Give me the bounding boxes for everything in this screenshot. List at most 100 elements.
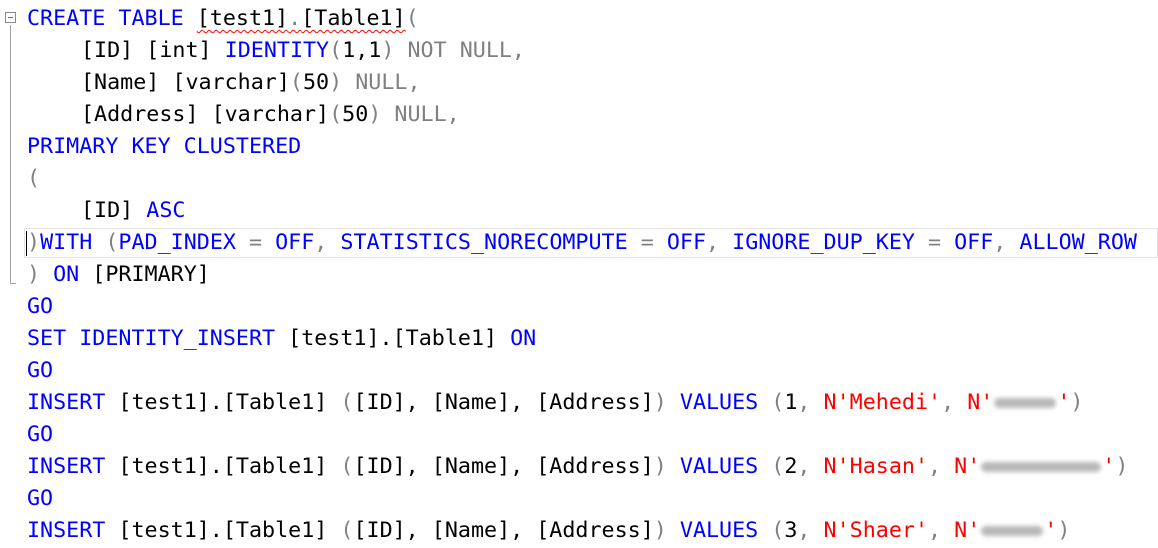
table-ref: [test1].[Table1] xyxy=(118,390,328,415)
id-value: 2 xyxy=(784,454,798,479)
code-line-11[interactable]: SET IDENTITY_INSERT [test1].[Table1] ON xyxy=(27,323,536,355)
close-paren: ) xyxy=(653,518,667,543)
close-paren: ) xyxy=(381,38,395,63)
redacted-address xyxy=(981,461,1102,473)
code-line-4[interactable]: [Address] [varchar](50) NULL, xyxy=(27,99,460,131)
comma: , xyxy=(314,230,341,255)
column-id: [ID] xyxy=(81,198,134,223)
code-line-12[interactable]: GO xyxy=(27,355,53,387)
code-line-13[interactable]: INSERT [test1].[Table1] ( [ID], [Name], [… xyxy=(27,387,1083,419)
table-ref: [test1].[Table1] xyxy=(118,454,328,479)
open-paren: ( xyxy=(771,390,785,415)
table-ref: [test1].[Table1] xyxy=(118,518,328,543)
open-paren: ( xyxy=(329,102,343,127)
values-keyword: VALUES xyxy=(666,518,772,543)
code-line-16[interactable]: GO xyxy=(27,483,53,515)
redacted-address xyxy=(981,525,1044,537)
comma: , xyxy=(797,390,824,415)
fold-guide-line xyxy=(10,25,11,283)
set-identity-keyword: SET IDENTITY_INSERT xyxy=(27,326,289,351)
open-paren: ( xyxy=(771,454,785,479)
code-line-9[interactable]: ) ON [PRIMARY] xyxy=(27,259,210,291)
values-keyword: VALUES xyxy=(666,390,772,415)
code-line-3[interactable]: [Name] [varchar](50) NULL, xyxy=(27,67,421,99)
id-value: 3 xyxy=(784,518,798,543)
code-line-1[interactable]: CREATE TABLE [test1].[Table1]( xyxy=(27,3,419,35)
address-prefix: N' xyxy=(967,390,994,415)
code-line-10[interactable]: GO xyxy=(27,291,53,323)
table-ref: [test1].[Table1] xyxy=(288,326,498,351)
identity-args: 1,1 xyxy=(342,38,382,63)
equals: = xyxy=(627,230,667,255)
code-line-5[interactable]: PRIMARY KEY CLUSTERED xyxy=(27,131,301,163)
column-list: [ID], [Name], [Address] xyxy=(353,454,654,479)
column-list: [ID], [Name], [Address] xyxy=(353,518,654,543)
comma: , xyxy=(706,230,733,255)
column-id: [ID] xyxy=(81,38,134,63)
close-paren: ) xyxy=(1057,518,1071,543)
comma: , xyxy=(928,518,955,543)
comma: , xyxy=(941,390,968,415)
column-type: [int] xyxy=(146,38,212,63)
option-value: OFF xyxy=(666,230,707,255)
length: 50 xyxy=(342,102,369,127)
keyword: CREATE TABLE xyxy=(27,6,197,31)
code-line-17[interactable]: INSERT [test1].[Table1] ([ID], [Name], [… xyxy=(27,515,1070,547)
length: 50 xyxy=(302,70,330,95)
open-paren: ( xyxy=(329,38,343,63)
code-line-6[interactable]: ( xyxy=(27,163,40,195)
collapse-region-icon[interactable] xyxy=(5,12,16,23)
equals: = xyxy=(235,230,276,255)
code-line-2[interactable]: [ID] [int] IDENTITY(1,1) NOT NULL, xyxy=(27,35,525,67)
id-value: 1 xyxy=(784,390,798,415)
name-value: N'Mehedi' xyxy=(823,390,942,415)
table-name: [Table1] xyxy=(301,6,406,31)
open-paren: ( xyxy=(289,70,303,95)
close-paren: ) xyxy=(653,454,667,479)
code-line-7[interactable]: [ID] ASC xyxy=(27,195,185,227)
address-prefix: N' xyxy=(954,518,981,543)
option-name: STATISTICS_NORECOMPUTE xyxy=(340,230,628,255)
open-paren: ( xyxy=(27,166,41,191)
with-keyword: WITH xyxy=(40,230,93,255)
option-name: PAD_INDEX xyxy=(118,230,236,255)
address-suffix: ' xyxy=(1044,518,1058,543)
comma: , xyxy=(797,454,824,479)
close-paren: ) xyxy=(27,262,41,287)
comma: , xyxy=(993,230,1020,255)
open-paren: ( xyxy=(327,518,354,543)
name-value: N'Hasan' xyxy=(823,454,929,479)
identity-keyword: IDENTITY xyxy=(224,38,330,63)
open-paren: ( xyxy=(771,518,785,543)
option-name: ALLOW_ROW xyxy=(1019,230,1137,255)
open-paren: ( xyxy=(405,6,419,31)
go-keyword: GO xyxy=(27,486,54,511)
primary-key-keyword: PRIMARY KEY CLUSTERED xyxy=(27,134,302,159)
null-constraint: NOT NULL, xyxy=(394,38,525,63)
code-line-14[interactable]: GO xyxy=(27,419,53,451)
name-value: N'Shaer' xyxy=(823,518,929,543)
close-paren: ) xyxy=(27,230,41,255)
code-line-8[interactable]: )WITH (PAD_INDEX = OFF, STATISTICS_NOREC… xyxy=(27,227,1137,259)
close-paren: ) xyxy=(1070,390,1084,415)
column-def: [Address] [varchar] xyxy=(81,102,330,127)
values-keyword: VALUES xyxy=(666,454,772,479)
code-line-15[interactable]: INSERT [test1].[Table1] ( [ID], [Name], [… xyxy=(27,451,1128,483)
option-value: OFF xyxy=(954,230,994,255)
schema-name: [test1] xyxy=(196,6,289,31)
fold-guide-end xyxy=(10,283,16,284)
open-paren: ( xyxy=(92,230,119,255)
go-keyword: GO xyxy=(27,422,54,447)
column-list: [ID], [Name], [Address] xyxy=(353,390,654,415)
redacted-address xyxy=(994,397,1057,409)
close-paren: ) xyxy=(653,390,667,415)
null-constraint: ) NULL, xyxy=(329,70,421,95)
comma: , xyxy=(928,454,955,479)
insert-keyword: INSERT xyxy=(27,454,119,479)
sql-code-editor[interactable]: CREATE TABLE [test1].[Table1]( [ID] [int… xyxy=(0,0,1158,548)
filegroup: [PRIMARY] xyxy=(92,262,210,287)
go-keyword: GO xyxy=(27,294,54,319)
on-keyword: ON xyxy=(497,326,537,351)
insert-keyword: INSERT xyxy=(27,390,119,415)
